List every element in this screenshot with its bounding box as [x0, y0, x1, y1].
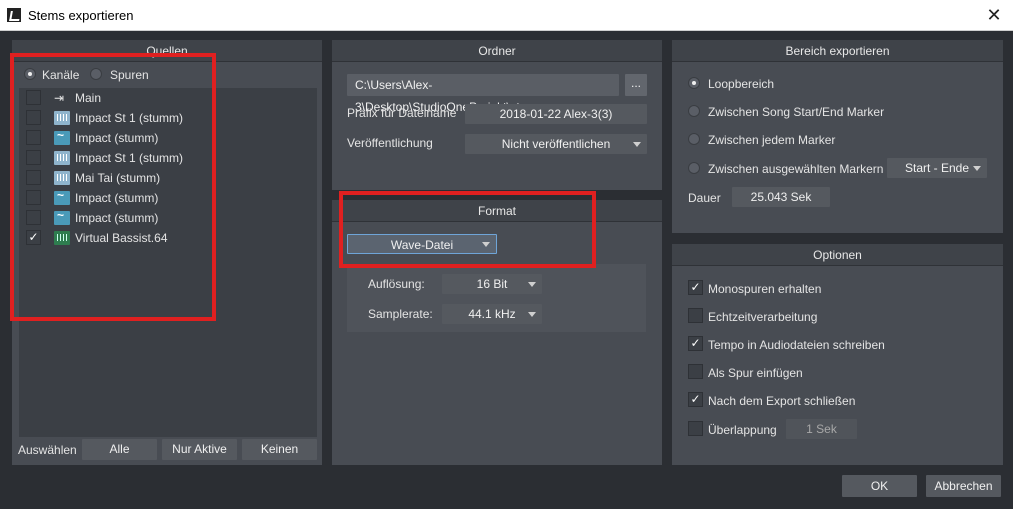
samplerate-label: Samplerate:	[368, 307, 433, 321]
mono-label[interactable]: Monospuren erhalten	[708, 282, 821, 296]
as-track-checkbox[interactable]	[688, 364, 703, 379]
studio-one-app-icon	[7, 8, 21, 22]
marker-range-value: Start - Ende	[904, 161, 970, 175]
select-active-button[interactable]: Nur Aktive	[162, 439, 237, 460]
resolution-label: Auflösung:	[368, 277, 425, 291]
resolution-value: 16 Bit	[476, 277, 508, 291]
duration-label: Dauer	[688, 191, 721, 205]
folder-header: Ordner	[332, 40, 662, 62]
select-label: Auswählen	[18, 443, 77, 457]
realtime-label[interactable]: Echtzeitverarbeitung	[708, 310, 817, 324]
range-header: Bereich exportieren	[672, 40, 1003, 62]
highlight-box-sources	[10, 53, 216, 321]
overlap-label[interactable]: Überlappung	[708, 423, 777, 437]
publish-label: Veröffentlichung	[347, 136, 433, 150]
browse-button[interactable]: ...	[625, 74, 647, 96]
prefix-field[interactable]: 2018-01-22 Alex-3(3)	[465, 104, 647, 124]
loop-range-label[interactable]: Loopbereich	[708, 77, 774, 91]
highlight-box-format	[339, 191, 596, 268]
select-none-button[interactable]: Keinen	[242, 439, 317, 460]
radio-selected-markers[interactable]	[688, 162, 700, 174]
prefix-label: Präfix für Dateiname	[347, 106, 457, 120]
as-track-label[interactable]: Als Spur einfügen	[708, 366, 803, 380]
resolution-dropdown[interactable]: 16 Bit	[442, 274, 542, 294]
overlap-checkbox[interactable]	[688, 421, 703, 436]
duration-value: 25.043 Sek	[732, 187, 830, 207]
select-all-button[interactable]: Alle	[82, 439, 157, 460]
export-path-field[interactable]: C:\Users\Alex-3\Desktop\StudioOneProjekt…	[347, 74, 619, 114]
samplerate-dropdown[interactable]: 44.1 kHz	[442, 304, 542, 324]
cancel-button[interactable]: Abbrechen	[926, 475, 1001, 497]
ok-button[interactable]: OK	[842, 475, 917, 497]
publish-dropdown[interactable]: Nicht veröffentlichen	[465, 134, 647, 154]
export-stems-dialog: Quellen Kanäle Spuren ⇥ Main Impact St 1…	[0, 31, 1013, 509]
title-bar: Stems exportieren ✕	[0, 0, 1013, 31]
marker-range-dropdown[interactable]: Start - Ende	[887, 158, 987, 178]
chevron-down-icon	[973, 166, 981, 171]
samplerate-value: 44.1 kHz	[468, 307, 516, 321]
chevron-down-icon	[528, 282, 536, 287]
window-title: Stems exportieren	[28, 8, 134, 23]
song-markers-label[interactable]: Zwischen Song Start/End Marker	[708, 105, 884, 119]
radio-loop-range[interactable]	[688, 77, 700, 89]
each-marker-label[interactable]: Zwischen jedem Marker	[708, 133, 835, 147]
tempo-checkbox[interactable]: ✓	[688, 336, 703, 351]
selected-markers-label[interactable]: Zwischen ausgewählten Markern	[708, 162, 883, 176]
radio-each-marker[interactable]	[688, 133, 700, 145]
publish-value: Nicht veröffentlichen	[501, 137, 611, 151]
radio-song-markers[interactable]	[688, 105, 700, 117]
chevron-down-icon	[528, 312, 536, 317]
tempo-label[interactable]: Tempo in Audiodateien schreiben	[708, 338, 885, 352]
close-after-label[interactable]: Nach dem Export schließen	[708, 394, 855, 408]
options-header: Optionen	[672, 244, 1003, 266]
close-icon[interactable]: ✕	[983, 4, 1005, 26]
overlap-value-field[interactable]: 1 Sek	[786, 419, 857, 439]
close-after-checkbox[interactable]: ✓	[688, 392, 703, 407]
mono-checkbox[interactable]: ✓	[688, 280, 703, 295]
realtime-checkbox[interactable]	[688, 308, 703, 323]
chevron-down-icon	[633, 142, 641, 147]
